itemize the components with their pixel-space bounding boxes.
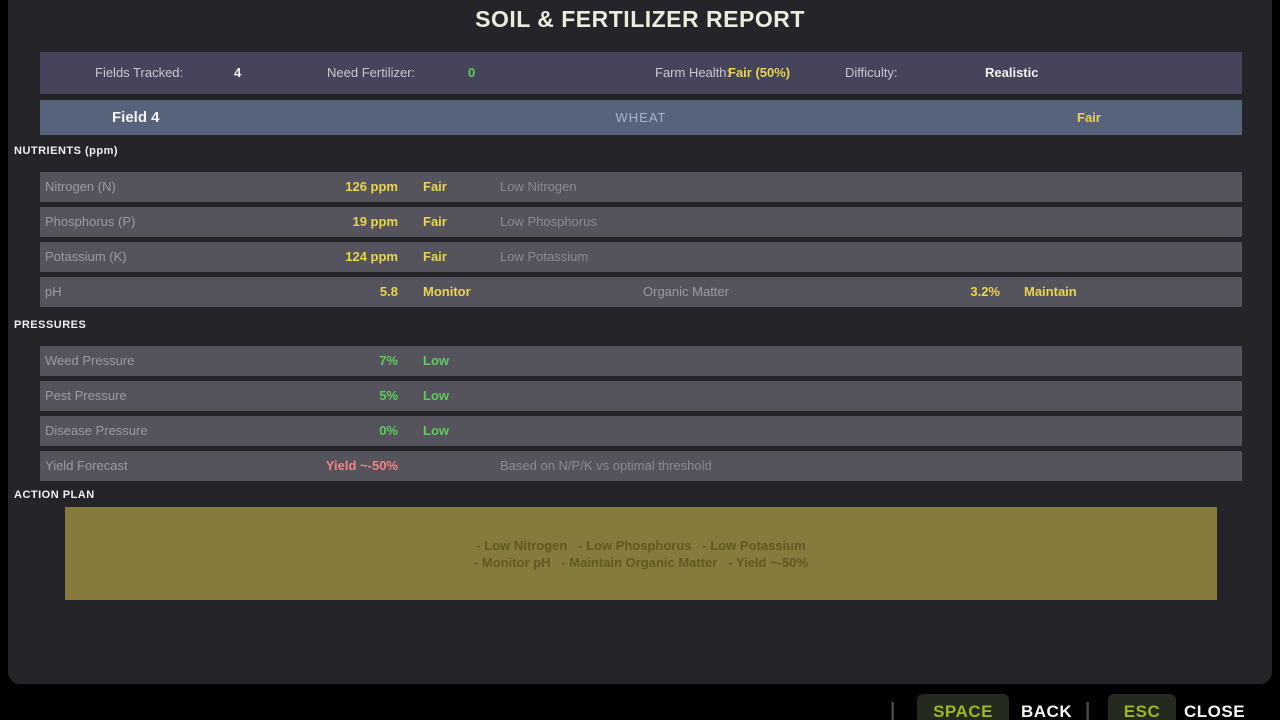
nutrient-note: Low Phosphorus (500, 207, 597, 237)
field-header-row[interactable]: WHEAT Field 4 Fair (40, 100, 1242, 135)
organic-matter-label: Organic Matter (643, 277, 729, 307)
farm-health-label: Farm Health: (655, 52, 730, 94)
space-key-label: SPACE (933, 702, 993, 720)
footer-divider: | (1085, 700, 1090, 720)
field-name-label: Field 4 (112, 100, 160, 135)
report-panel: SOIL & FERTILIZER REPORT Fields Tracked:… (8, 0, 1272, 684)
pressure-row-pest: Pest Pressure 5% Low (40, 381, 1242, 411)
nutrient-note: Low Potassium (500, 242, 588, 272)
organic-matter-value: 3.2% (900, 277, 1000, 307)
ph-organic-matter-row: pH 5.8 Monitor Organic Matter 3.2% Maint… (40, 277, 1242, 307)
nutrient-value: 124 ppm (40, 242, 398, 272)
ph-value: 5.8 (40, 277, 398, 307)
nutrient-row-phosphorus: Phosphorus (P) 19 ppm Fair Low Phosphoru… (40, 207, 1242, 237)
nutrient-row-nitrogen: Nitrogen (N) 126 ppm Fair Low Nitrogen (40, 172, 1242, 202)
yield-forecast-value: Yield ~-50% (40, 451, 398, 481)
nutrient-value: 126 ppm (40, 172, 398, 202)
pressure-value: 0% (40, 416, 398, 446)
organic-matter-status: Maintain (1024, 277, 1077, 307)
farm-stats-bar: Fields Tracked: 4 Need Fertilizer: 0 Far… (40, 52, 1242, 94)
pressure-value: 5% (40, 381, 398, 411)
pressures-section-label: PRESSURES (14, 319, 86, 331)
need-fertilizer-value: 0 (468, 52, 475, 94)
farm-health-value: Fair (50%) (728, 52, 790, 94)
need-fertilizer-label: Need Fertilizer: (327, 52, 415, 94)
action-plan-line-2: - Monitor pH - Maintain Organic Matter -… (474, 554, 808, 571)
pressure-row-weed: Weed Pressure 7% Low (40, 346, 1242, 376)
pressure-row-disease: Disease Pressure 0% Low (40, 416, 1242, 446)
fields-tracked-value: 4 (234, 52, 241, 94)
page-title: SOIL & FERTILIZER REPORT (8, 6, 1272, 33)
nutrient-status: Fair (423, 242, 447, 272)
action-plan-box: - Low Nitrogen - Low Phosphorus - Low Po… (65, 507, 1217, 600)
fields-tracked-label: Fields Tracked: (95, 52, 183, 94)
yield-forecast-row: Yield Forecast Yield ~-50% Based on N/P/… (40, 451, 1242, 481)
pressure-status: Low (423, 381, 449, 411)
close-button[interactable]: CLOSE (1184, 702, 1245, 720)
back-button[interactable]: BACK (1021, 702, 1072, 720)
action-plan-line-1: - Low Nitrogen - Low Phosphorus - Low Po… (476, 537, 805, 554)
difficulty-value: Realistic (985, 52, 1038, 94)
field-status-badge: Fair (1077, 100, 1101, 135)
esc-key-button[interactable]: ESC (1108, 694, 1176, 720)
space-key-button[interactable]: SPACE (917, 694, 1009, 720)
ph-status: Monitor (423, 277, 471, 307)
esc-key-label: ESC (1124, 702, 1160, 720)
yield-forecast-note: Based on N/P/K vs optimal threshold (500, 451, 712, 481)
pressure-status: Low (423, 416, 449, 446)
difficulty-label: Difficulty: (845, 52, 898, 94)
action-plan-section-label: ACTION PLAN (14, 489, 95, 501)
nutrient-row-potassium: Potassium (K) 124 ppm Fair Low Potassium (40, 242, 1242, 272)
nutrient-status: Fair (423, 207, 447, 237)
nutrient-status: Fair (423, 172, 447, 202)
pressure-status: Low (423, 346, 449, 376)
nutrient-value: 19 ppm (40, 207, 398, 237)
field-crop-label: WHEAT (40, 100, 1242, 135)
footer-divider: | (890, 700, 895, 720)
nutrient-note: Low Nitrogen (500, 172, 577, 202)
soil-fertilizer-report-screen: SOIL & FERTILIZER REPORT Fields Tracked:… (0, 0, 1280, 720)
nutrients-section-label: NUTRIENTS (ppm) (14, 145, 118, 157)
pressure-value: 7% (40, 346, 398, 376)
